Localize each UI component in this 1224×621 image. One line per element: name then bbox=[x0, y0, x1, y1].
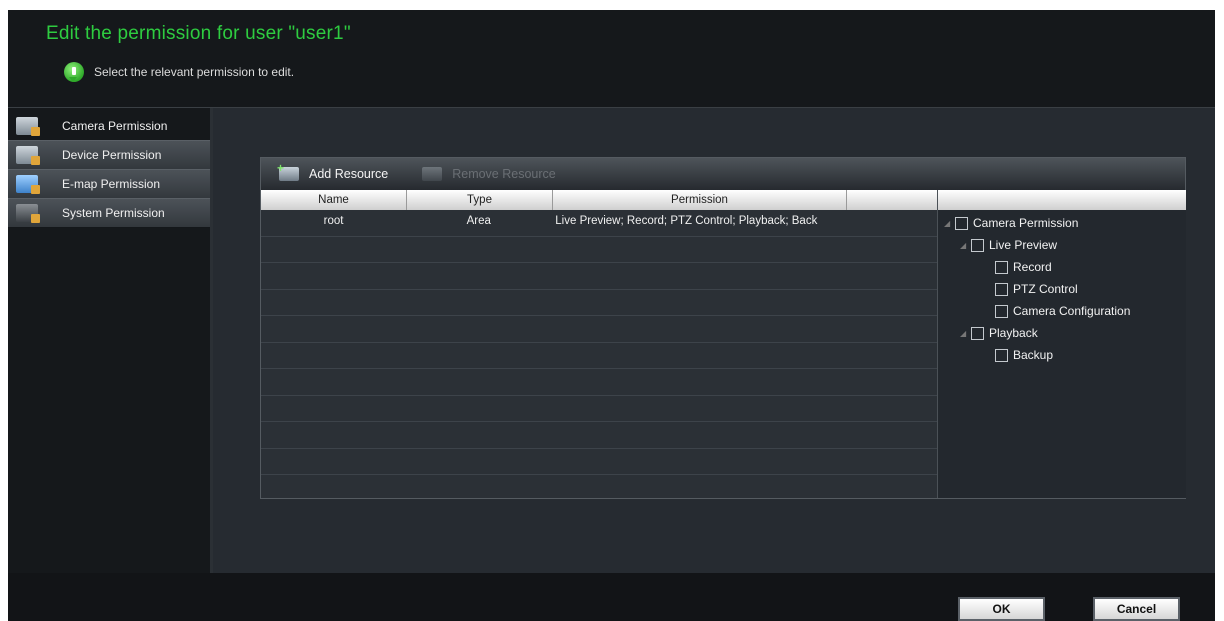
device-lock-icon bbox=[16, 146, 40, 165]
column-header-permission[interactable]: Permission bbox=[553, 190, 847, 210]
tree-node-playback: ◢ Playback bbox=[960, 323, 1038, 343]
tree-label: Camera Permission bbox=[973, 216, 1079, 230]
sidebar-item-label: Camera Permission bbox=[62, 119, 168, 133]
sidebar-item-device-permission[interactable]: Device Permission bbox=[8, 140, 210, 170]
add-resource-label: Add Resource bbox=[309, 167, 389, 181]
tree-node-camera-configuration: Camera Configuration bbox=[995, 301, 1130, 321]
resource-panel: Add Resource Remove Resource Name Type P… bbox=[260, 157, 1186, 499]
table-row bbox=[261, 343, 937, 369]
table-row bbox=[261, 263, 937, 290]
table-row bbox=[261, 369, 937, 396]
tree-node-live-preview: ◢ Live Preview bbox=[960, 235, 1057, 255]
tree-node-record: Record bbox=[995, 257, 1052, 277]
column-header-extra bbox=[847, 190, 937, 210]
tree-label: PTZ Control bbox=[1013, 282, 1078, 296]
playback-checkbox[interactable] bbox=[971, 326, 984, 340]
tree-header bbox=[938, 190, 1186, 210]
remove-resource-button[interactable]: Remove Resource bbox=[422, 162, 556, 186]
table-row bbox=[261, 290, 937, 316]
tree-node-ptz-control: PTZ Control bbox=[995, 279, 1078, 299]
table-row bbox=[261, 422, 937, 449]
system-lock-icon bbox=[16, 204, 40, 223]
remove-resource-icon bbox=[422, 167, 443, 181]
collapse-arrow-icon[interactable]: ◢ bbox=[960, 329, 968, 338]
cell-permission: Live Preview; Record; PTZ Control; Playb… bbox=[555, 215, 818, 227]
info-bubble-icon bbox=[64, 62, 84, 82]
tree-label: Backup bbox=[1013, 348, 1054, 362]
column-header-type[interactable]: Type bbox=[407, 190, 553, 210]
collapse-arrow-icon[interactable]: ◢ bbox=[960, 241, 968, 250]
sidebar-item-label: Device Permission bbox=[62, 148, 162, 162]
tree-label: Camera Configuration bbox=[1013, 304, 1131, 318]
resource-table: Name Type Permission root Area Live Prev… bbox=[261, 190, 937, 498]
table-row bbox=[261, 316, 937, 343]
cancel-button[interactable]: Cancel bbox=[1093, 597, 1180, 621]
table-row bbox=[261, 449, 937, 475]
camera-configuration-checkbox[interactable] bbox=[995, 304, 1008, 318]
tree-label: Playback bbox=[989, 326, 1038, 340]
sidebar-item-label: E-map Permission bbox=[62, 177, 161, 191]
record-checkbox[interactable] bbox=[995, 260, 1008, 274]
add-resource-icon bbox=[277, 161, 299, 181]
remove-resource-label: Remove Resource bbox=[452, 167, 556, 181]
permission-dialog: Edit the permission for user "user1" Sel… bbox=[8, 10, 1215, 621]
cell-type: Area bbox=[466, 215, 491, 227]
permission-tree: ◢ Camera Permission ◢ Live Preview Recor… bbox=[937, 190, 1186, 498]
tree-label: Record bbox=[1013, 260, 1052, 274]
table-header: Name Type Permission bbox=[261, 190, 937, 210]
table-body: root Area Live Preview; Record; PTZ Cont… bbox=[261, 210, 937, 475]
resource-toolbar: Add Resource Remove Resource bbox=[261, 158, 1185, 190]
sidebar-item-system-permission[interactable]: System Permission bbox=[8, 198, 210, 228]
sidebar-item-emap-permission[interactable]: E-map Permission bbox=[8, 169, 210, 199]
ok-button[interactable]: OK bbox=[958, 597, 1045, 621]
sidebar-item-label: System Permission bbox=[62, 206, 165, 220]
table-row bbox=[261, 237, 937, 263]
backup-checkbox[interactable] bbox=[995, 348, 1008, 362]
hint-text: Select the relevant permission to edit. bbox=[94, 65, 295, 79]
live-preview-checkbox[interactable] bbox=[971, 238, 984, 252]
collapse-arrow-icon[interactable]: ◢ bbox=[944, 219, 952, 228]
hint-row: Select the relevant permission to edit. bbox=[64, 60, 294, 84]
dialog-title: Edit the permission for user "user1" bbox=[46, 23, 351, 44]
tree-node-camera-permission: ◢ Camera Permission bbox=[944, 213, 1078, 233]
emap-lock-icon bbox=[16, 175, 40, 194]
permission-sidebar: Camera Permission Device Permission E-ma… bbox=[8, 108, 213, 573]
dialog-header: Edit the permission for user "user1" Sel… bbox=[8, 10, 1215, 108]
sidebar-item-camera-permission[interactable]: Camera Permission bbox=[8, 112, 210, 140]
table-row[interactable]: root Area Live Preview; Record; PTZ Cont… bbox=[261, 210, 937, 237]
tree-label: Live Preview bbox=[989, 238, 1058, 252]
table-row bbox=[261, 396, 937, 422]
camera-permission-checkbox[interactable] bbox=[955, 216, 968, 230]
ptz-control-checkbox[interactable] bbox=[995, 282, 1008, 296]
camera-lock-icon bbox=[16, 117, 40, 136]
column-header-name[interactable]: Name bbox=[261, 190, 407, 210]
cell-name: root bbox=[323, 215, 344, 227]
tree-node-backup: Backup bbox=[995, 345, 1053, 365]
add-resource-button[interactable]: Add Resource bbox=[277, 161, 389, 186]
